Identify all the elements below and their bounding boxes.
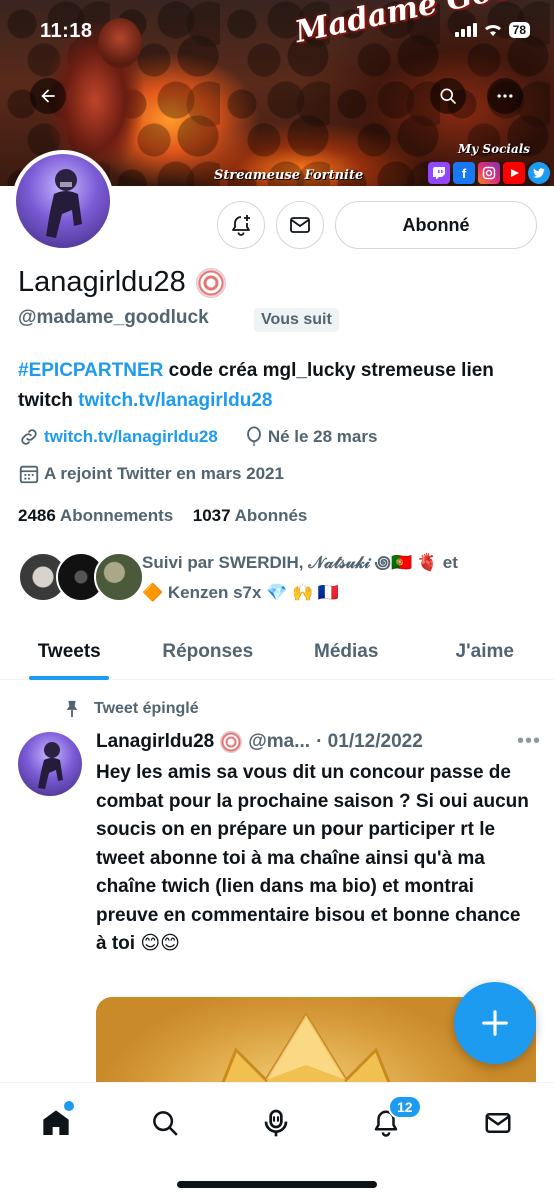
profile-website-link[interactable]: twitch.tv/lanagirldu28 <box>44 427 218 447</box>
profile-meta-joined: A rejoint Twitter en mars 2021 <box>18 463 284 485</box>
followed-by-last: 🔶 Kenzen s7x 💎 🙌 🇫🇷 <box>142 583 340 602</box>
status-bar-icons: 78 <box>454 22 530 38</box>
tab-tweets[interactable]: Tweets <box>0 624 139 679</box>
profile-avatar[interactable] <box>12 150 114 252</box>
profile-bio: #EPICPARTNER code créa mgl_lucky stremeu… <box>18 356 538 416</box>
spiral-emoji-icon <box>195 267 226 298</box>
bell-plus-icon <box>232 215 250 236</box>
banner-subtitle: Streameuse Fortnite <box>214 168 364 183</box>
tab-likes[interactable]: J'aime <box>416 624 554 679</box>
following-button[interactable]: Abonné <box>335 201 537 249</box>
profile-meta-website-birthday: twitch.tv/lanagirldu28 Né le 28 mars <box>18 426 377 448</box>
profile-display-name: Lanagirldu28 <box>18 266 226 299</box>
back-button[interactable] <box>30 78 66 114</box>
youtube-icon <box>503 162 525 184</box>
crown-image <box>219 1012 393 1087</box>
facebook-icon: f <box>453 162 475 184</box>
more-horizontal-icon <box>497 94 513 98</box>
tab-media[interactable]: Médias <box>277 624 416 679</box>
notify-button[interactable] <box>217 201 265 249</box>
followed-by-text[interactable]: Suivi par SWERDIH, 𝒩𝒶𝓉𝓈𝓊𝓀𝒾 ꩜🇵🇹 🫀 et 🔶 Ke… <box>142 548 542 608</box>
pinned-label-text: Tweet épinglé <box>94 700 199 717</box>
followed-by-avatars[interactable] <box>18 552 144 602</box>
balloon-icon <box>246 426 261 447</box>
following-stat[interactable]: 2486 Abonnements <box>18 506 173 525</box>
nav-notifications[interactable]: 12 <box>364 1095 422 1145</box>
pinned-tweet-label: Tweet épinglé <box>64 700 199 718</box>
nav-search[interactable] <box>143 1101 187 1145</box>
home-icon <box>43 1110 69 1135</box>
link-icon <box>21 429 37 445</box>
envelope-icon <box>485 1113 511 1133</box>
nav-messages[interactable] <box>476 1101 520 1145</box>
following-label: Abonnements <box>55 506 174 525</box>
profile-joined-date: A rejoint Twitter en mars 2021 <box>44 464 284 483</box>
notifications-count-badge: 12 <box>388 1095 422 1119</box>
tweet-header: Lanagirldu28 @ma... · 01/12/2022 ••• <box>96 730 541 753</box>
search-icon <box>440 88 457 105</box>
spaces-microphone-icon <box>264 1109 288 1137</box>
status-bar-time: 11:18 <box>40 20 93 42</box>
twitch-icon <box>428 162 450 184</box>
follower-avatar <box>94 552 144 602</box>
calendar-icon <box>19 465 39 484</box>
arrow-left-icon <box>41 89 55 103</box>
tweet-avatar-figure <box>38 742 63 789</box>
tweet-text: Hey les amis sa vous dit un concour pass… <box>96 762 529 954</box>
wifi-icon <box>484 24 501 36</box>
message-button[interactable] <box>276 201 324 249</box>
signal-icon <box>454 23 477 37</box>
bio-hashtag-link[interactable]: #EPICPARTNER <box>18 360 163 381</box>
followed-by-names: SWERDIH, 𝒩𝒶𝓉𝓈𝓊𝓀𝒾 ꩜🇵🇹 🫀 <box>218 553 439 572</box>
more-options-button[interactable] <box>487 78 523 114</box>
search-button[interactable] <box>430 78 466 114</box>
spiral-emoji-icon <box>220 730 243 753</box>
battery-indicator: 78 <box>508 22 530 38</box>
twitter-icon <box>528 162 550 184</box>
profile-tabs: Tweets Réponses Médias J'aime <box>0 624 554 680</box>
plus-icon <box>482 1010 508 1036</box>
followers-label: Abonnés <box>230 506 308 525</box>
followed-by-conj: et <box>438 553 458 572</box>
home-indicator-bar[interactable] <box>177 1181 377 1188</box>
nav-spaces[interactable] <box>254 1101 298 1145</box>
followers-stat[interactable]: 1037 Abonnés <box>193 506 308 525</box>
pin-icon <box>66 700 78 718</box>
profile-handle: @madame_goodluck <box>18 307 209 328</box>
banner-socials-label: My Socials <box>458 142 531 156</box>
bio-twitch-link[interactable]: twitch.tv/lanagirldu28 <box>78 390 272 411</box>
tab-replies[interactable]: Réponses <box>139 624 278 679</box>
tweet-author-name[interactable]: Lanagirldu28 <box>96 731 214 753</box>
profile-birthday: Né le 28 mars <box>267 427 378 446</box>
tweet-author-handle[interactable]: @ma... <box>248 731 310 753</box>
search-icon <box>153 1111 178 1136</box>
instagram-icon <box>478 162 500 184</box>
nav-home[interactable] <box>34 1101 78 1145</box>
tweet-author-avatar[interactable] <box>18 732 82 796</box>
tweet-more-icon[interactable]: ••• <box>517 730 541 753</box>
home-unread-dot <box>64 1101 74 1111</box>
profile-stats: 2486 Abonnements 1037 Abonnés <box>18 506 307 526</box>
banner-social-icons: f <box>428 162 550 184</box>
banner-character-head <box>98 18 142 68</box>
display-name-text: Lanagirldu28 <box>18 266 186 298</box>
tweet-date[interactable]: · 01/12/2022 <box>316 731 423 753</box>
following-count: 2486 <box>18 506 56 525</box>
avatar-figure <box>46 169 82 238</box>
envelope-icon <box>290 217 310 233</box>
followers-count: 1037 <box>192 506 231 525</box>
followed-by-prefix: Suivi par <box>142 553 219 572</box>
compose-tweet-button[interactable] <box>454 982 536 1064</box>
follows-you-badge: Vous suit <box>254 308 339 332</box>
